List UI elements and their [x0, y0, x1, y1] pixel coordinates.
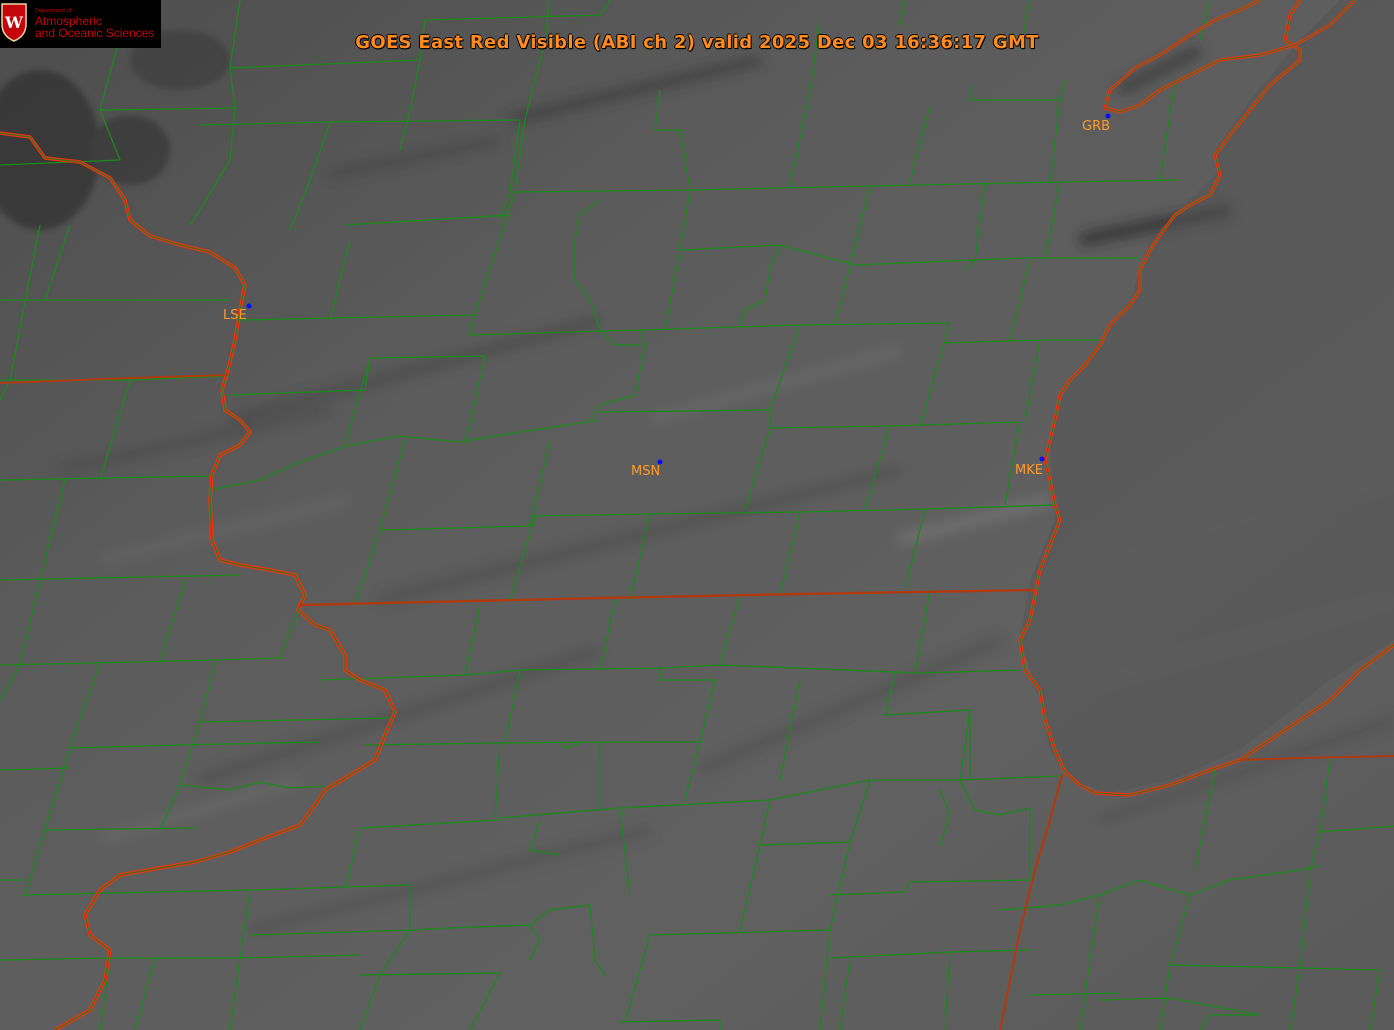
station-dot — [1105, 113, 1111, 119]
station-label: GRB — [1082, 119, 1110, 134]
map-canvas: GRB LSE MSN MKE — [0, 0, 1394, 1030]
station-label: MSN — [631, 464, 660, 479]
satellite-map: GRB LSE MSN MKE GOES East Red Visible (A… — [0, 0, 1394, 1030]
logo-name-line2: and Oceanic Sciences — [35, 26, 155, 40]
university-crest-icon: W — [1, 3, 27, 42]
station-label: LSE — [223, 308, 247, 323]
logo: W Department of Atmospheric and Oceanic … — [0, 0, 161, 48]
map-title: GOES East Red Visible (ABI ch 2) valid 2… — [355, 32, 1039, 53]
station-label: MKE — [1015, 463, 1043, 478]
station-dot — [246, 303, 252, 309]
station-dot — [1039, 456, 1045, 462]
crest-letter: W — [4, 13, 24, 32]
